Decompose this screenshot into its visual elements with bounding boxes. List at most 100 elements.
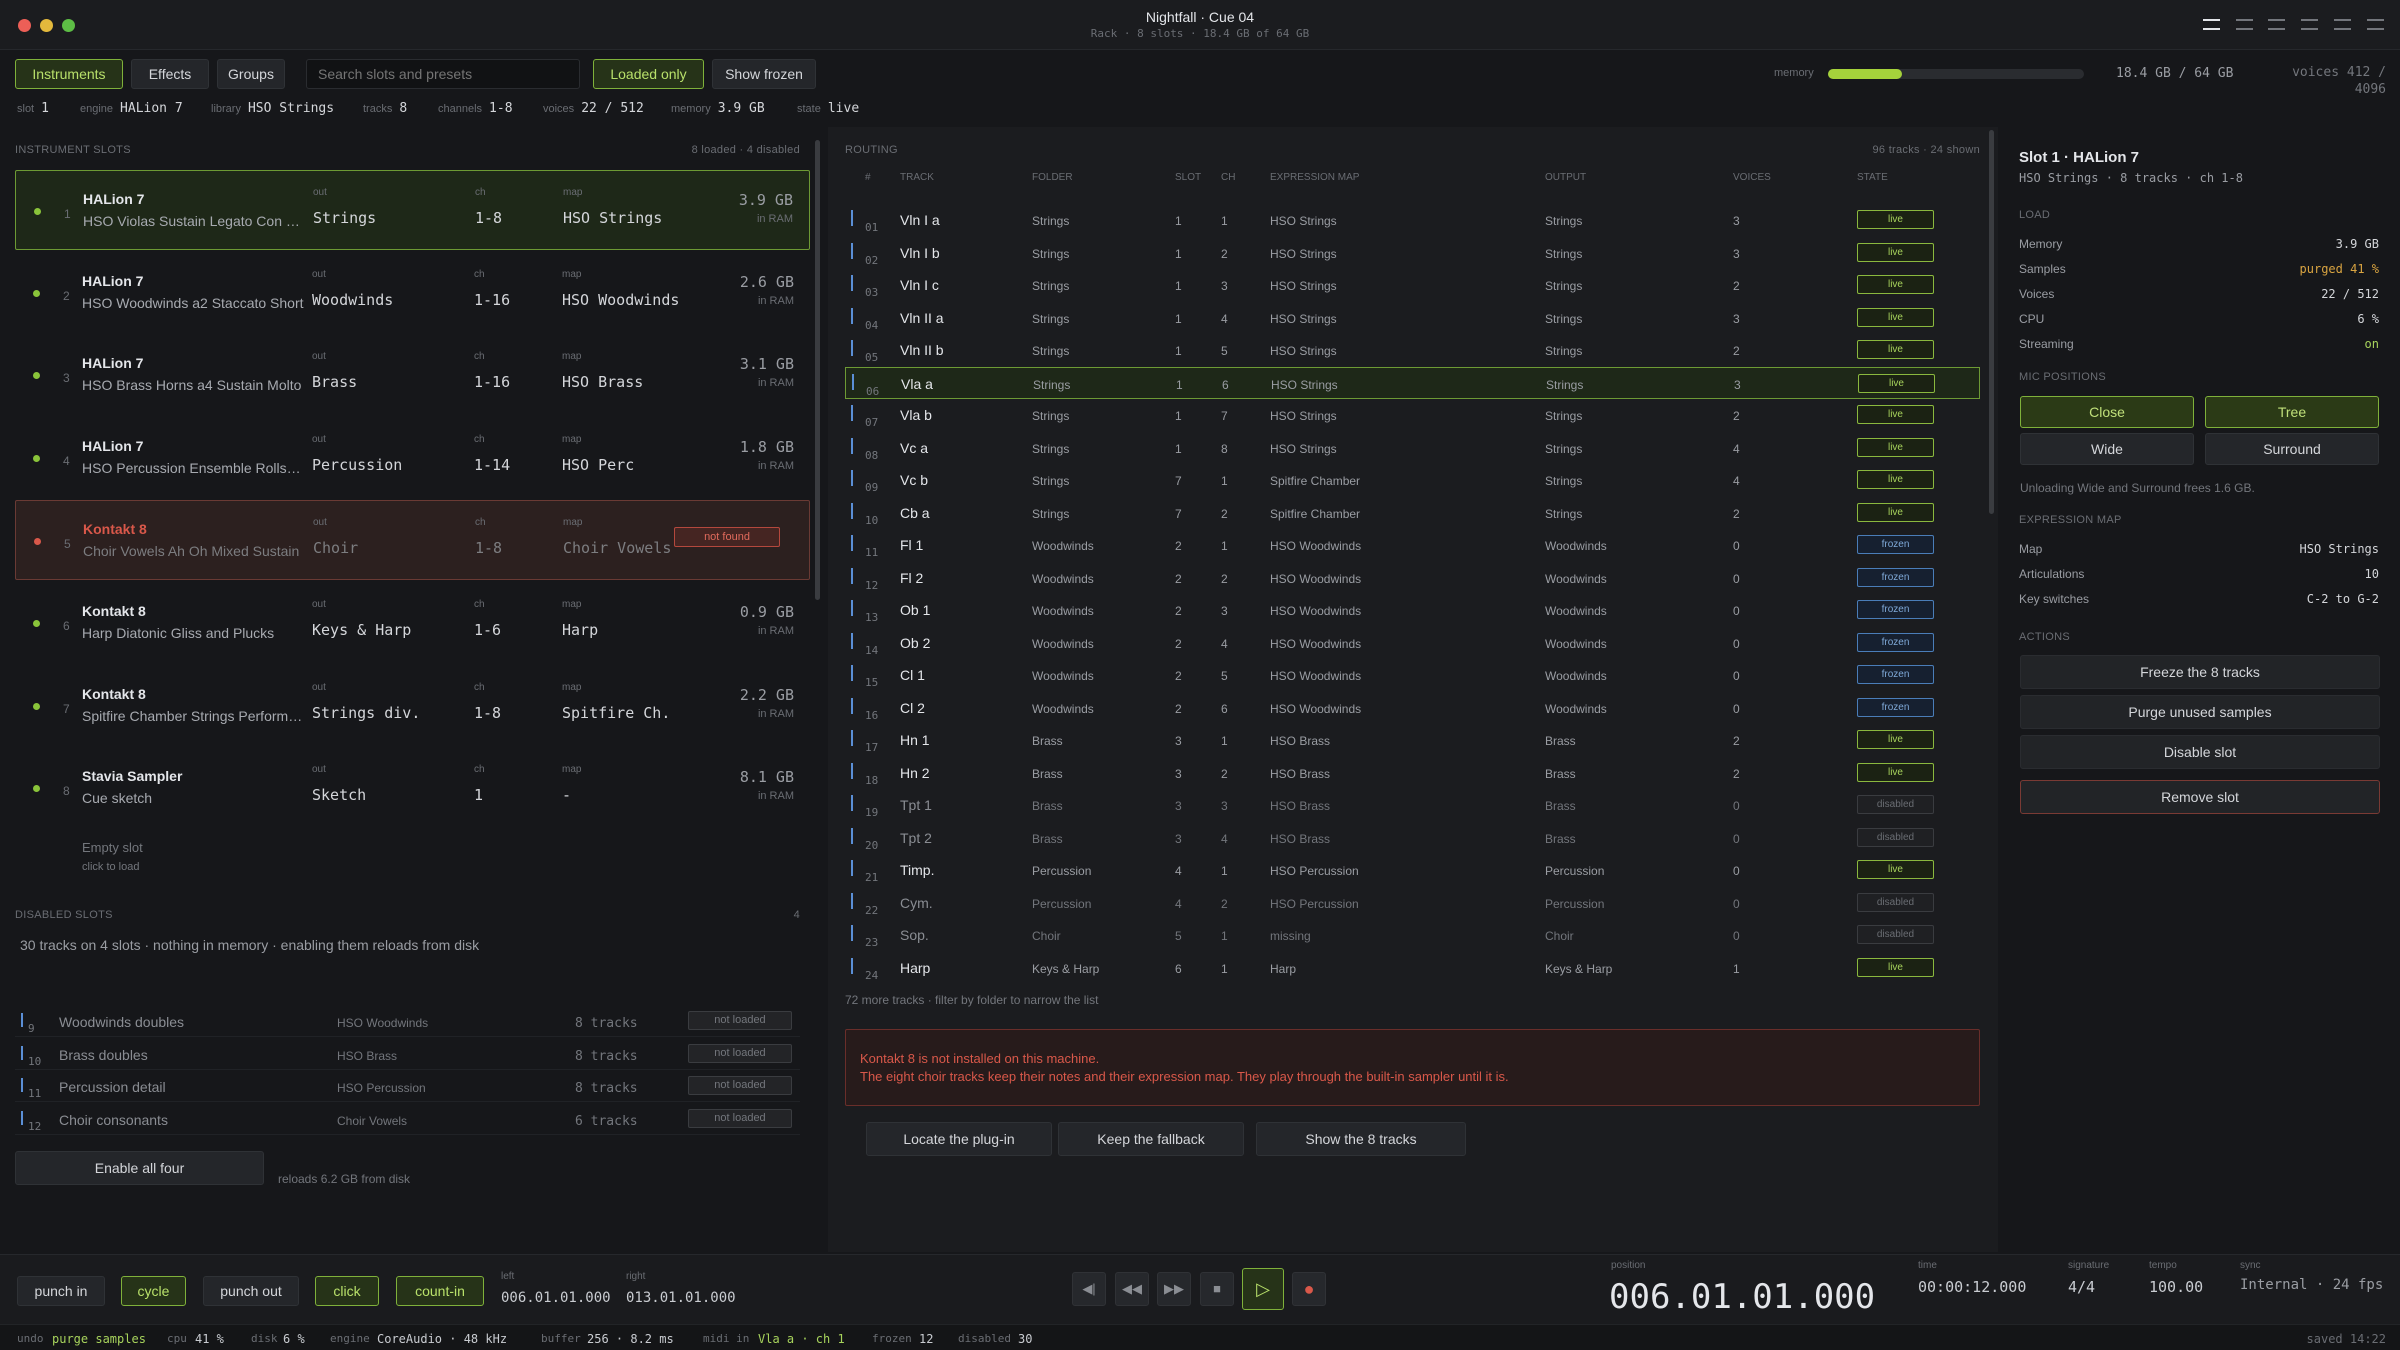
col-slot[interactable]: SLOT (1175, 172, 1201, 183)
rewind-icon[interactable]: ◀◀ (1115, 1272, 1149, 1306)
right-locator[interactable]: 013.01.01.000 (626, 1290, 736, 1306)
show-frozen-toggle[interactable]: Show frozen (712, 59, 816, 89)
left-locator[interactable]: 006.01.01.000 (501, 1290, 611, 1306)
track-folder: Percussion (1032, 864, 1092, 878)
track-row[interactable]: 06 Vla a Strings 1 6 HSO Strings Strings 3 live (845, 366, 1980, 399)
track-row[interactable]: 14 Ob 2 Woodwinds 2 4 HSO Woodwinds Woodwinds 0… (845, 627, 1980, 659)
disabled-slot-row[interactable]: 10 Brass doubles HSO Brass 8 tracks not load… (15, 1038, 800, 1070)
search-input[interactable] (306, 59, 580, 89)
col-folder[interactable]: FOLDER (1032, 172, 1073, 183)
col-output[interactable]: OUTPUT (1545, 172, 1586, 183)
fast-forward-icon[interactable]: ▶▶ (1157, 1272, 1191, 1306)
col-voices[interactable]: VOICES (1733, 172, 1771, 183)
mic-tree-toggle[interactable]: Tree (2205, 396, 2379, 428)
stop-icon[interactable]: ■ (1200, 1272, 1234, 1306)
track-folder: Strings (1032, 344, 1070, 358)
track-row[interactable]: 24 Harp Keys & Harp 6 1 Harp Keys & Harp 1 live (845, 952, 1980, 984)
layout-6-icon[interactable] (2367, 19, 2384, 30)
col-ch[interactable]: CH (1221, 172, 1235, 183)
track-output: Woodwinds (1545, 604, 1607, 618)
remove-slot-button[interactable]: Remove slot (2020, 780, 2380, 814)
track-row[interactable]: 09 Vc b Strings 7 1 Spitfire Chamber Strings 4 l… (845, 464, 1980, 496)
loaded-only-toggle[interactable]: Loaded only (593, 59, 704, 89)
track-row[interactable]: 07 Vla b Strings 1 7 HSO Strings Strings 2 live (845, 399, 1980, 431)
routing-scrollbar[interactable] (1989, 130, 1994, 514)
layout-2-icon[interactable] (2236, 19, 2253, 30)
disabled-slot-row[interactable]: 11 Percussion detail HSO Percussion 8 track… (15, 1070, 800, 1102)
slot-row[interactable]: 4 HALion 7 HSO Percussion Ensemble Rolls a… (15, 418, 810, 498)
disabled-slot-row[interactable]: 9 Woodwinds doubles HSO Woodwinds 8 tracks n… (15, 1005, 800, 1037)
tab-effects[interactable]: Effects (131, 59, 209, 89)
track-row[interactable]: 12 Fl 2 Woodwinds 2 2 HSO Woodwinds Woodwinds 0… (845, 562, 1980, 594)
disabled-slot-row[interactable]: 12 Choir consonants Choir Vowels 6 tracks no… (15, 1103, 800, 1135)
track-channel: 4 (1221, 636, 1228, 651)
track-row[interactable]: 16 Cl 2 Woodwinds 2 6 HSO Woodwinds Woodwinds 0… (845, 692, 1980, 724)
mic-wide-toggle[interactable]: Wide (2020, 433, 2194, 465)
position-readout[interactable]: 006.01.01.000 (1609, 1277, 1875, 1317)
layout-4-icon[interactable] (2301, 19, 2318, 30)
col-state[interactable]: STATE (1857, 172, 1888, 183)
track-row[interactable]: 10 Cb a Strings 7 2 Spitfire Chamber Strings 2 l… (845, 497, 1980, 529)
track-row[interactable]: 15 Cl 1 Woodwinds 2 5 HSO Woodwinds Woodwinds 0… (845, 659, 1980, 691)
enable-all-button[interactable]: Enable all four (15, 1151, 264, 1185)
show-tracks-button[interactable]: Show the 8 tracks (1256, 1122, 1466, 1156)
record-icon[interactable]: ● (1292, 1272, 1326, 1306)
track-row[interactable]: 22 Cym. Percussion 4 2 HSO Percussion Percussi… (845, 887, 1980, 919)
play-icon[interactable]: ▷ (1242, 1268, 1284, 1310)
track-output: Woodwinds (1545, 701, 1607, 716)
purge-samples-button[interactable]: Purge unused samples (2020, 695, 2380, 729)
track-row[interactable]: 17 Hn 1 Brass 3 1 HSO Brass Brass 2 live (845, 724, 1980, 756)
disable-slot-button[interactable]: Disable slot (2020, 735, 2380, 769)
track-voices: 0 (1733, 896, 1740, 911)
punch-out-toggle[interactable]: punch out (203, 1276, 299, 1306)
load-value: purged 41 % (2299, 262, 2379, 276)
slot-row[interactable]: 7 Kontakt 8 Spitfire Chamber Strings Perfo… (15, 666, 810, 746)
click-toggle[interactable]: click (315, 1276, 379, 1306)
empty-slot[interactable]: Empty slot click to load (82, 840, 143, 873)
keep-fallback-button[interactable]: Keep the fallback (1058, 1122, 1244, 1156)
layout-3-icon[interactable] (2268, 19, 2285, 30)
track-row[interactable]: 19 Tpt 1 Brass 3 3 HSO Brass Brass 0 disabled (845, 789, 1980, 821)
col-map[interactable]: EXPRESSION MAP (1270, 172, 1359, 183)
undo-value[interactable]: purge samples (52, 1332, 146, 1346)
track-row[interactable]: 18 Hn 2 Brass 3 2 HSO Brass Brass 2 live (845, 757, 1980, 789)
track-row[interactable]: 04 Vln II a Strings 1 4 HSO Strings Strings 3 li… (845, 302, 1980, 334)
slot-engine: Kontakt 8 (82, 603, 146, 619)
slot-row[interactable]: 8 Stavia Sampler Cue sketch out Sketch ch 1 map… (15, 748, 810, 828)
layout-1-icon[interactable] (2203, 19, 2220, 30)
col-track[interactable]: TRACK (900, 172, 934, 183)
load-streaming: Streaming on (2019, 337, 2379, 357)
track-row[interactable]: 03 Vln I c Strings 1 3 HSO Strings Strings 2 liv… (845, 269, 1980, 301)
cycle-toggle[interactable]: cycle (121, 1276, 186, 1306)
slot-row[interactable]: 3 HALion 7 HSO Brass Horns a4 Sustain Molt… (15, 335, 810, 415)
slot-row[interactable]: 5 Kontakt 8 Choir Vowels Ah Oh Mixed Susta… (15, 500, 810, 581)
slot-row[interactable]: 2 HALion 7 HSO Woodwinds a2 Staccato Short… (15, 253, 810, 333)
track-row[interactable]: 21 Timp. Percussion 4 1 HSO Percussion Percuss… (845, 854, 1980, 886)
count-in-toggle[interactable]: count-in (396, 1276, 484, 1306)
locate-plugin-button[interactable]: Locate the plug-in (866, 1122, 1052, 1156)
tab-groups[interactable]: Groups (217, 59, 285, 89)
sync-readout[interactable]: Internal · 24 fps (2240, 1277, 2383, 1293)
layout-5-icon[interactable] (2334, 19, 2351, 30)
track-row[interactable]: 23 Sop. Choir 5 1 missing Choir 0 disabled (845, 919, 1980, 951)
track-row[interactable]: 08 Vc a Strings 1 8 HSO Strings Strings 4 live (845, 432, 1980, 464)
go-to-start-icon[interactable]: ◀| (1072, 1272, 1106, 1306)
tab-instruments[interactable]: Instruments (15, 59, 123, 89)
mic-close-toggle[interactable]: Close (2020, 396, 2194, 428)
slot-number: 9 (28, 1022, 35, 1035)
track-row[interactable]: 02 Vln I b Strings 1 2 HSO Strings Strings 3 liv… (845, 237, 1980, 269)
punch-in-toggle[interactable]: punch in (17, 1276, 105, 1306)
freeze-tracks-button[interactable]: Freeze the 8 tracks (2020, 655, 2380, 689)
track-row[interactable]: 11 Fl 1 Woodwinds 2 1 HSO Woodwinds Woodwinds 0… (845, 529, 1980, 561)
track-row[interactable]: 13 Ob 1 Woodwinds 2 3 HSO Woodwinds Woodwinds 0… (845, 594, 1980, 626)
track-row[interactable]: 05 Vln II b Strings 1 5 HSO Strings Strings 2 li… (845, 334, 1980, 366)
title-bar: Nightfall · Cue 04 Rack · 8 slots · 18.4… (0, 0, 2400, 50)
track-row[interactable]: 20 Tpt 2 Brass 3 4 HSO Brass Brass 0 disabled (845, 822, 1980, 854)
signature-readout[interactable]: 4/4 (2068, 1278, 2095, 1296)
track-row[interactable]: 01 Vln I a Strings 1 1 HSO Strings Strings 3 liv… (845, 204, 1980, 236)
slot-row[interactable]: 1 HALion 7 HSO Violas Sustain Legato Con S… (15, 170, 810, 250)
mic-surround-toggle[interactable]: Surround (2205, 433, 2379, 465)
tempo-readout[interactable]: 100.00 (2149, 1278, 2203, 1296)
slot-row[interactable]: 6 Kontakt 8 Harp Diatonic Gliss and Plucks… (15, 583, 810, 663)
slots-scrollbar[interactable] (815, 140, 820, 600)
